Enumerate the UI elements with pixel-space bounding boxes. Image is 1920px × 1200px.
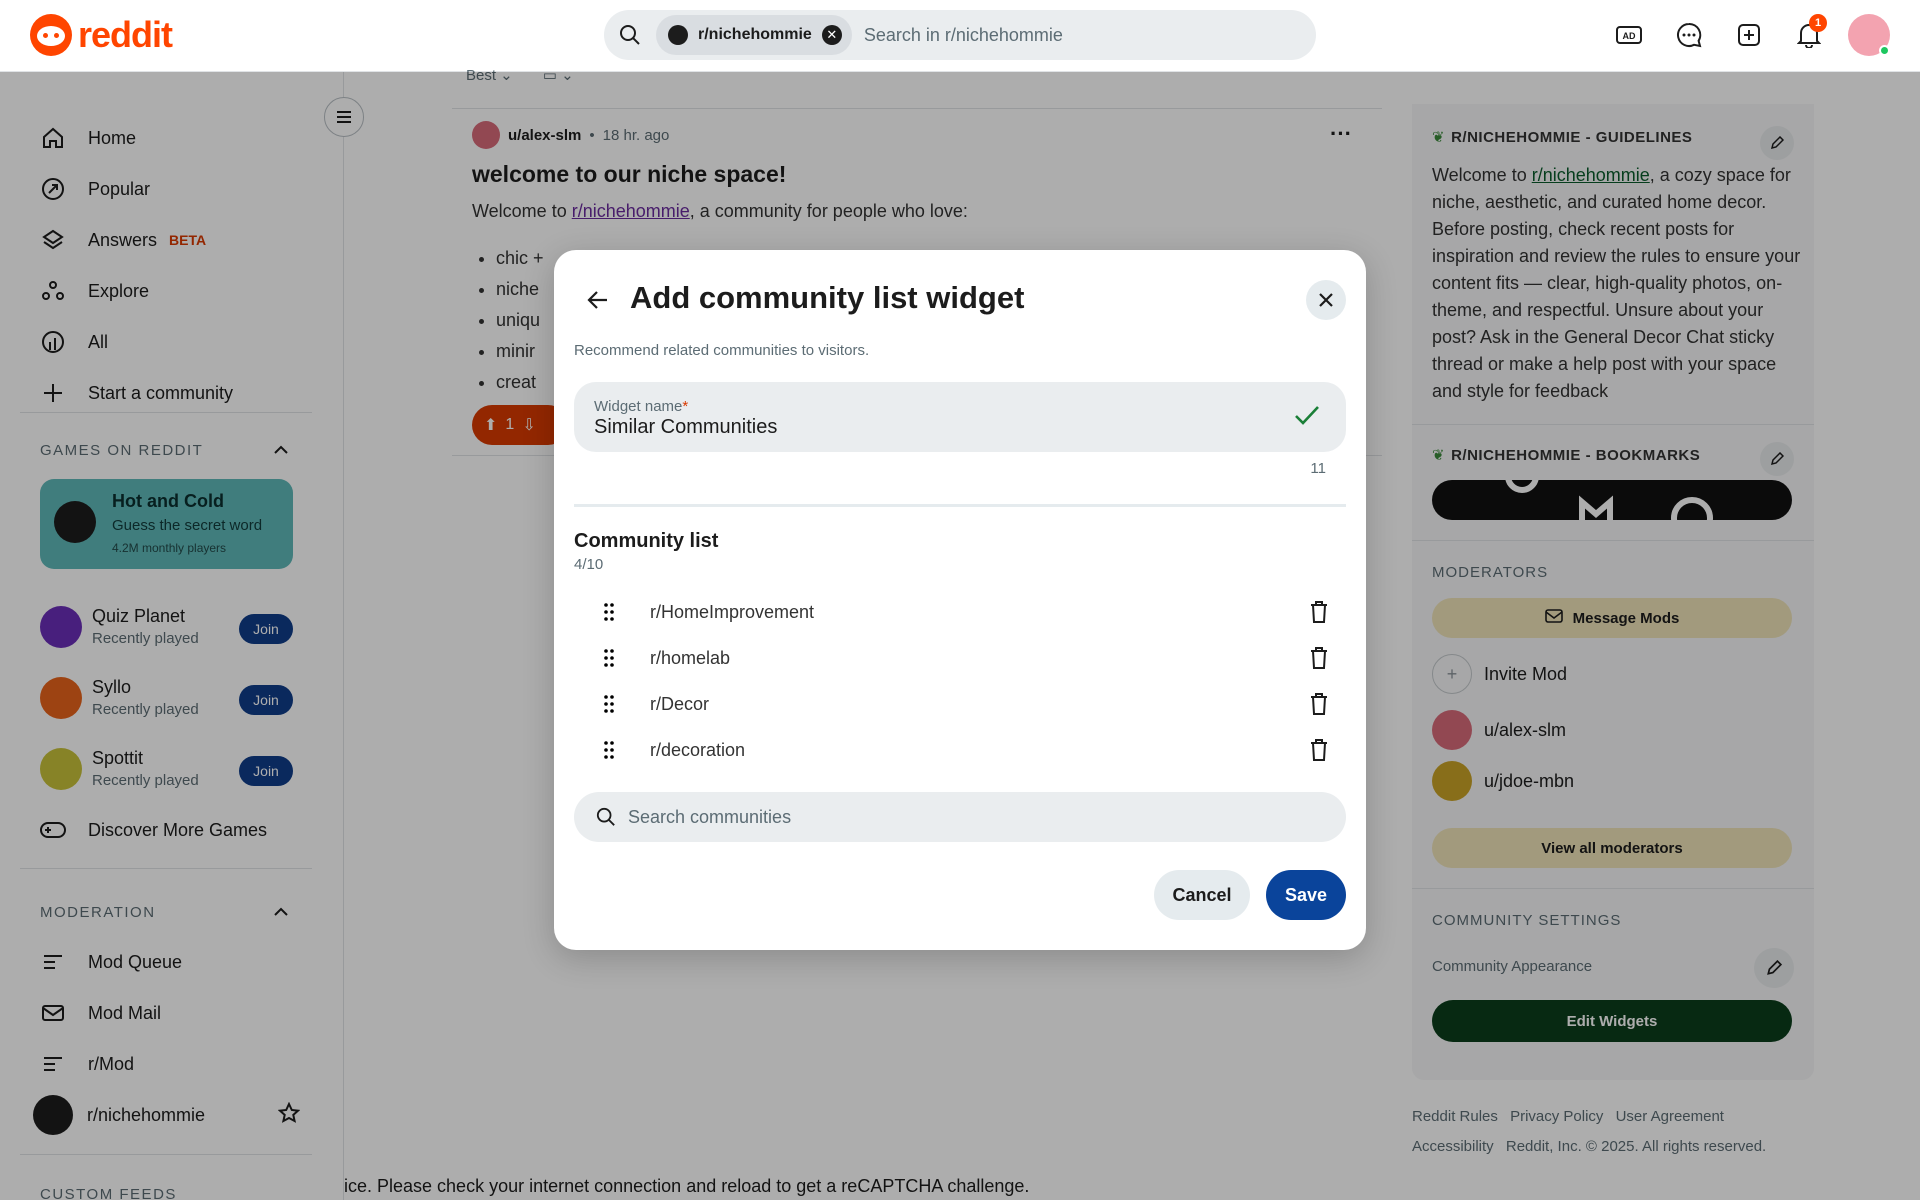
widget-name-label: Widget name* xyxy=(594,398,688,415)
widget-name-field[interactable]: Widget name* xyxy=(574,382,1346,452)
notification-bell-icon[interactable]: 1 xyxy=(1788,14,1830,56)
notification-badge: 1 xyxy=(1809,14,1827,32)
community-avatar xyxy=(668,25,688,45)
character-count: 11 xyxy=(1310,460,1326,477)
community-name: r/decoration xyxy=(650,739,746,760)
checkmark-icon xyxy=(1294,404,1320,431)
cancel-button[interactable]: Cancel xyxy=(1154,870,1250,920)
community-list-item[interactable]: r/homelab xyxy=(594,638,1334,678)
trash-icon[interactable] xyxy=(1304,738,1334,762)
search-icon xyxy=(596,807,616,827)
modal-divider xyxy=(574,504,1346,507)
chat-icon[interactable] xyxy=(1668,14,1710,56)
create-post-icon[interactable] xyxy=(1728,14,1770,56)
logo-text: reddit xyxy=(78,14,173,55)
community-list-count: 4/10 xyxy=(574,556,604,573)
search-community-chip[interactable]: r/nichehommie ✕ xyxy=(656,15,852,55)
required-asterisk: * xyxy=(682,398,689,415)
user-avatar[interactable] xyxy=(1848,14,1890,56)
search-input[interactable]: Search in r/nichehommie xyxy=(864,25,1063,46)
modal-description: Recommend related communities to visitor… xyxy=(574,342,870,359)
community-list-item[interactable]: r/decoration xyxy=(594,730,1334,770)
drag-handle-icon[interactable] xyxy=(594,648,624,668)
close-icon[interactable] xyxy=(1306,280,1346,320)
save-button[interactable]: Save xyxy=(1266,870,1346,920)
chip-close-icon[interactable]: ✕ xyxy=(821,25,842,45)
svg-text:AD: AD xyxy=(1623,31,1636,41)
online-status-dot xyxy=(1879,45,1890,56)
chip-label: r/nichehommie xyxy=(698,26,812,43)
trash-icon[interactable] xyxy=(1304,646,1334,670)
trash-icon[interactable] xyxy=(1304,600,1334,624)
community-list-item[interactable]: r/HomeImprovement xyxy=(594,592,1334,632)
community-list-item[interactable]: r/Decor xyxy=(594,684,1334,724)
reddit-logo[interactable]: reddit xyxy=(30,14,173,56)
search-icon xyxy=(604,24,656,46)
community-list-title: Community list xyxy=(574,530,719,552)
drag-handle-icon[interactable] xyxy=(594,694,624,714)
community-name: r/HomeImprovement xyxy=(650,601,815,622)
trash-icon[interactable] xyxy=(1304,692,1334,716)
widget-name-input[interactable] xyxy=(594,416,1254,439)
top-header: reddit r/nichehommie ✕ Search in r/niche… xyxy=(0,0,1920,72)
community-search-input[interactable] xyxy=(628,806,1308,828)
back-arrow-icon[interactable] xyxy=(578,280,618,320)
reddit-snoo-icon xyxy=(30,14,72,56)
search-bar[interactable]: r/nichehommie ✕ Search in r/nichehommie xyxy=(604,10,1316,60)
community-name: r/Decor xyxy=(650,693,710,714)
advertise-icon[interactable]: AD xyxy=(1608,14,1650,56)
add-community-list-widget-modal: Add community list widget Recommend rela… xyxy=(554,250,1366,950)
community-name: r/homelab xyxy=(650,647,731,668)
widget-name-label-text: Widget name xyxy=(594,398,683,415)
community-search-field[interactable] xyxy=(574,792,1346,842)
drag-handle-icon[interactable] xyxy=(594,740,624,760)
drag-handle-icon[interactable] xyxy=(594,602,624,622)
modal-title: Add community list widget xyxy=(630,280,1025,315)
